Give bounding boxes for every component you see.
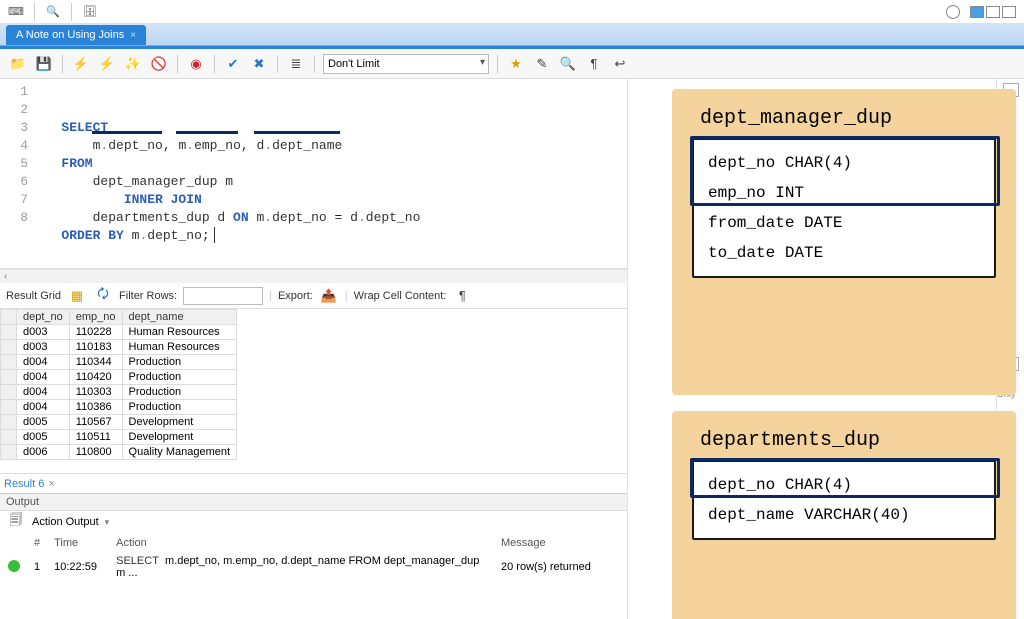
export-label: Export: [278, 290, 313, 302]
table-row[interactable]: d004110344Production [1, 355, 237, 370]
filter-input[interactable] [183, 287, 263, 305]
result-grid[interactable]: dept_no emp_no dept_name d003110228Human… [0, 309, 627, 473]
underline-3 [254, 131, 340, 134]
text-cursor [214, 227, 215, 243]
table-row[interactable]: d003110228Human Resources [1, 325, 237, 340]
schema-title-2: departments_dup [700, 429, 996, 452]
file-tab-label: A Note on Using Joins [16, 29, 124, 41]
output-header: Output [0, 493, 627, 511]
refresh-icon[interactable]: 🗘 [93, 286, 113, 306]
schema-card-1: dept_manager_dup dept_no CHAR(4) emp_no … [672, 89, 1016, 395]
magnify-icon[interactable]: 🔍 [45, 4, 61, 20]
find-icon[interactable]: 🔍 [558, 54, 578, 74]
result-toolbar: Result Grid ▦ 🗘 Filter Rows: | Export: 📤… [0, 283, 627, 309]
table-row[interactable]: d003110183Human Resources [1, 340, 237, 355]
top-icon-strip: ⌨ 🔍 🗄 [0, 0, 1024, 24]
table-row[interactable]: d005110511Development [1, 430, 237, 445]
table-row[interactable]: d004110386Production [1, 400, 237, 415]
success-icon [8, 560, 20, 572]
result-tab[interactable]: Result 6 [4, 478, 44, 490]
table-row[interactable]: d006110800Quality Management [1, 445, 237, 460]
gear-icon[interactable] [946, 5, 960, 19]
sql-editor[interactable]: 12345678 SELECT m.dept_no, m.emp_no, d.d… [0, 79, 627, 269]
line-gutter: 12345678 [0, 79, 34, 268]
schema-card-2: departments_dup dept_no CHAR(4) dept_nam… [672, 411, 1016, 619]
execute-icon[interactable]: ⚡ [71, 54, 91, 74]
schema-col: to_date DATE [708, 238, 980, 268]
pane-toggle-3[interactable] [1002, 6, 1016, 18]
result-tab-bar: Result 6 × [0, 473, 627, 493]
output-mode-icon[interactable]: 🗐 [6, 512, 26, 532]
editor-scrollbar[interactable]: ‹ [0, 269, 627, 283]
schema-col: dept_name VARCHAR(40) [708, 500, 980, 530]
check-icon[interactable]: ✔ [223, 54, 243, 74]
explain-icon[interactable]: ✨ [123, 54, 143, 74]
limit-select[interactable] [323, 54, 489, 74]
execute-step-icon[interactable]: ⚡ [97, 54, 117, 74]
export-icon[interactable]: 📤 [319, 286, 339, 306]
output-mode-label[interactable]: Action Output [32, 516, 99, 528]
star-icon[interactable]: ★ [506, 54, 526, 74]
stop-icon[interactable]: 🚫 [149, 54, 169, 74]
commit-icon[interactable]: ◉ [186, 54, 206, 74]
underline-1 [92, 131, 162, 134]
para-icon[interactable]: ¶ [584, 54, 604, 74]
wrap-cell-icon[interactable]: ¶ [452, 286, 472, 306]
close-result-icon[interactable]: × [48, 478, 54, 490]
filter-label: Filter Rows: [119, 290, 177, 302]
cancel-icon[interactable]: ✖ [249, 54, 269, 74]
wrap-label: Wrap Cell Content: [354, 290, 447, 302]
pane-toggle-1[interactable] [970, 6, 984, 18]
action-output: # Time Action Message 1 10:22:59 SELECT … [0, 533, 627, 583]
save-icon[interactable]: 💾 [34, 54, 54, 74]
highlight-box-2 [690, 458, 1000, 498]
close-icon[interactable]: × [130, 30, 136, 41]
table-row[interactable]: d004110303Production [1, 385, 237, 400]
db-tree-icon[interactable]: 🗄 [82, 4, 98, 20]
wrap-icon[interactable]: ↩ [610, 54, 630, 74]
result-grid-label: Result Grid [6, 290, 61, 302]
grid-view-icon[interactable]: ▦ [67, 286, 87, 306]
open-icon[interactable]: 📁 [8, 54, 28, 74]
sql-icon[interactable]: ⌨ [8, 4, 24, 20]
pane-toggle-2[interactable] [986, 6, 1000, 18]
schema-title-1: dept_manager_dup [700, 107, 996, 130]
table-row[interactable]: d005110567Development [1, 415, 237, 430]
highlight-box-1 [690, 136, 1000, 206]
action-row[interactable]: 1 10:22:59 SELECT m.dept_no, m.emp_no, d… [2, 553, 625, 581]
list-icon[interactable]: ≣ [286, 54, 306, 74]
schema-col: from_date DATE [708, 208, 980, 238]
table-row[interactable]: d004110420Production [1, 370, 237, 385]
code-area[interactable]: SELECT m.dept_no, m.emp_no, d.dept_name … [34, 79, 627, 268]
file-tab-bar: A Note on Using Joins × [0, 24, 1024, 46]
sql-toolbar: 📁 💾 ⚡ ⚡ ✨ 🚫 ◉ ✔ ✖ ≣ ★ ✎ 🔍 ¶ ↩ [0, 49, 1024, 79]
file-tab[interactable]: A Note on Using Joins × [6, 25, 146, 45]
brush-icon[interactable]: ✎ [532, 54, 552, 74]
underline-2 [176, 131, 238, 134]
